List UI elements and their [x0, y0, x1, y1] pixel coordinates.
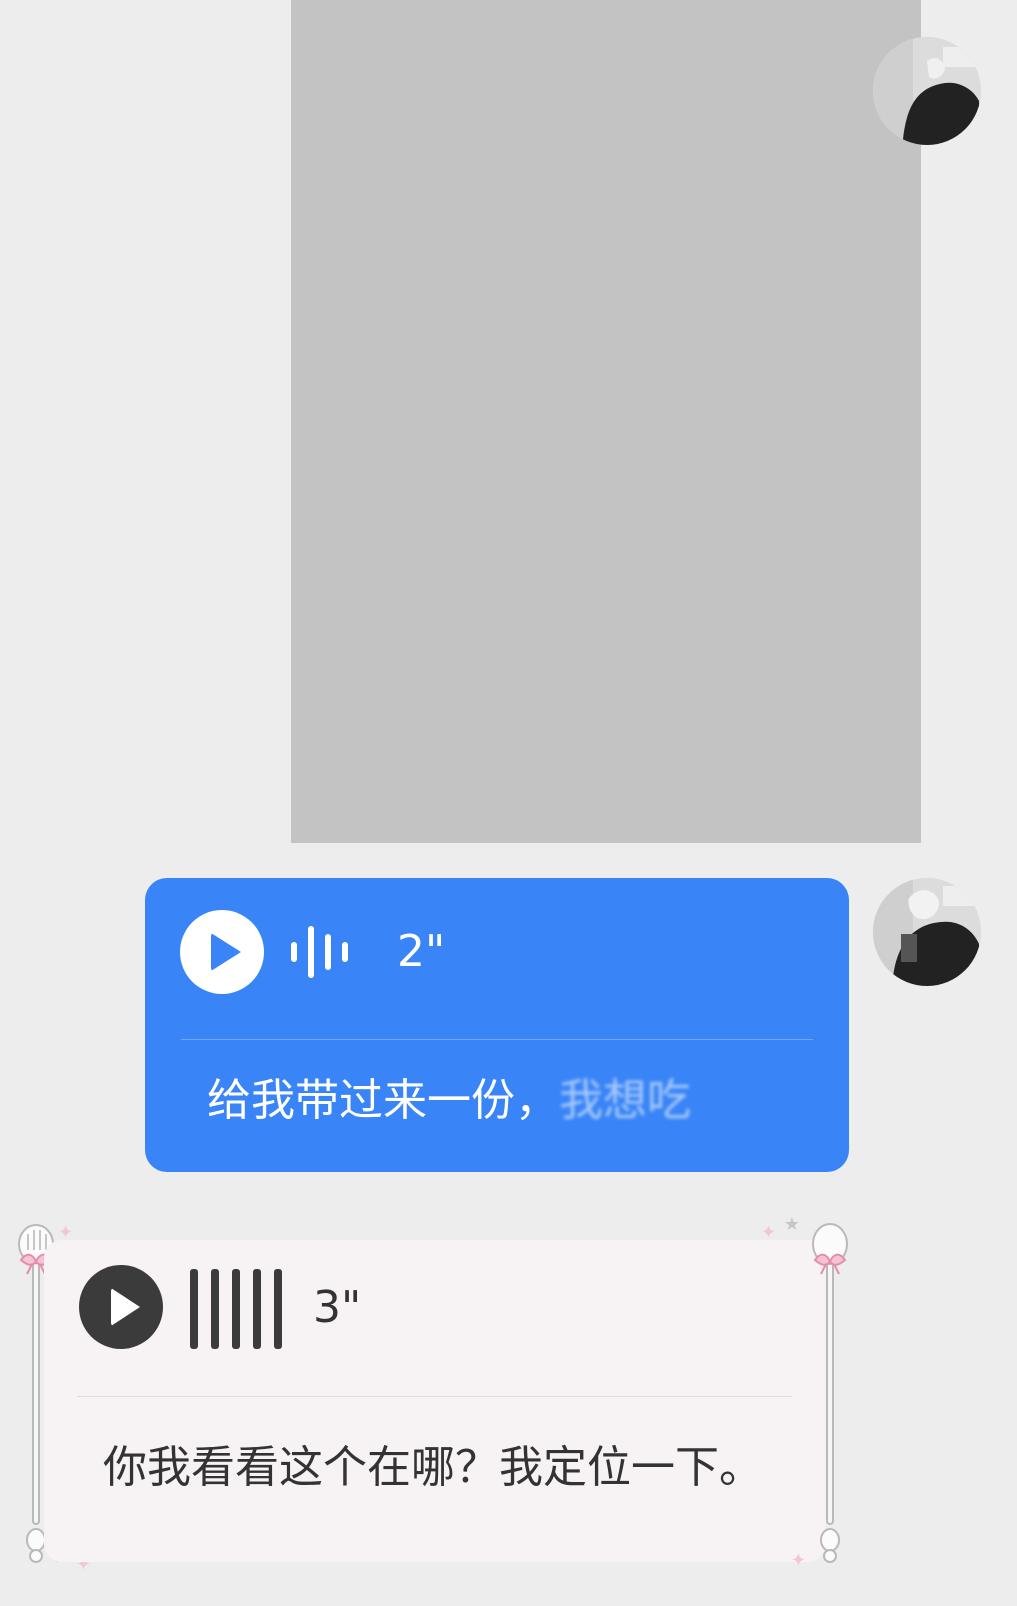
sparkle-icon: ✦ [790, 1550, 806, 1571]
avatar[interactable] [873, 37, 981, 145]
image-message[interactable] [291, 0, 921, 843]
divider [77, 1396, 792, 1397]
voice-duration: 2" [397, 926, 446, 977]
divider [181, 1039, 813, 1040]
voice-bars-icon [190, 1267, 282, 1351]
spoon-ribbon-decoration [812, 1223, 848, 1563]
avatar[interactable] [873, 878, 981, 986]
play-icon[interactable] [79, 1265, 163, 1349]
voice-transcript: 你我看看这个在哪？我定位一下。 [103, 1442, 763, 1493]
voice-transcript-loading: 我想吃 [559, 1075, 691, 1126]
sparkle-icon: ✦ [760, 1222, 776, 1243]
sparkle-icon: ★ [783, 1214, 800, 1235]
voice-bubble[interactable]: 3" 你我看看这个在哪？我定位一下。 [44, 1240, 826, 1562]
voice-transcript: 给我带过来一份，我想吃 [207, 1070, 691, 1132]
voice-message-incoming[interactable]: ✦ ★ ✦ 3" 你我看看这个在哪？我定位一下。 ★ ✦ ✦ [14, 1216, 852, 1582]
voice-wave-icon [291, 922, 348, 982]
voice-message-outgoing[interactable]: 2" 给我带过来一份，我想吃 [145, 878, 849, 1172]
voice-transcript-visible: 给我带过来一份， [207, 1075, 559, 1126]
play-icon[interactable] [180, 910, 264, 994]
voice-duration: 3" [313, 1282, 362, 1333]
